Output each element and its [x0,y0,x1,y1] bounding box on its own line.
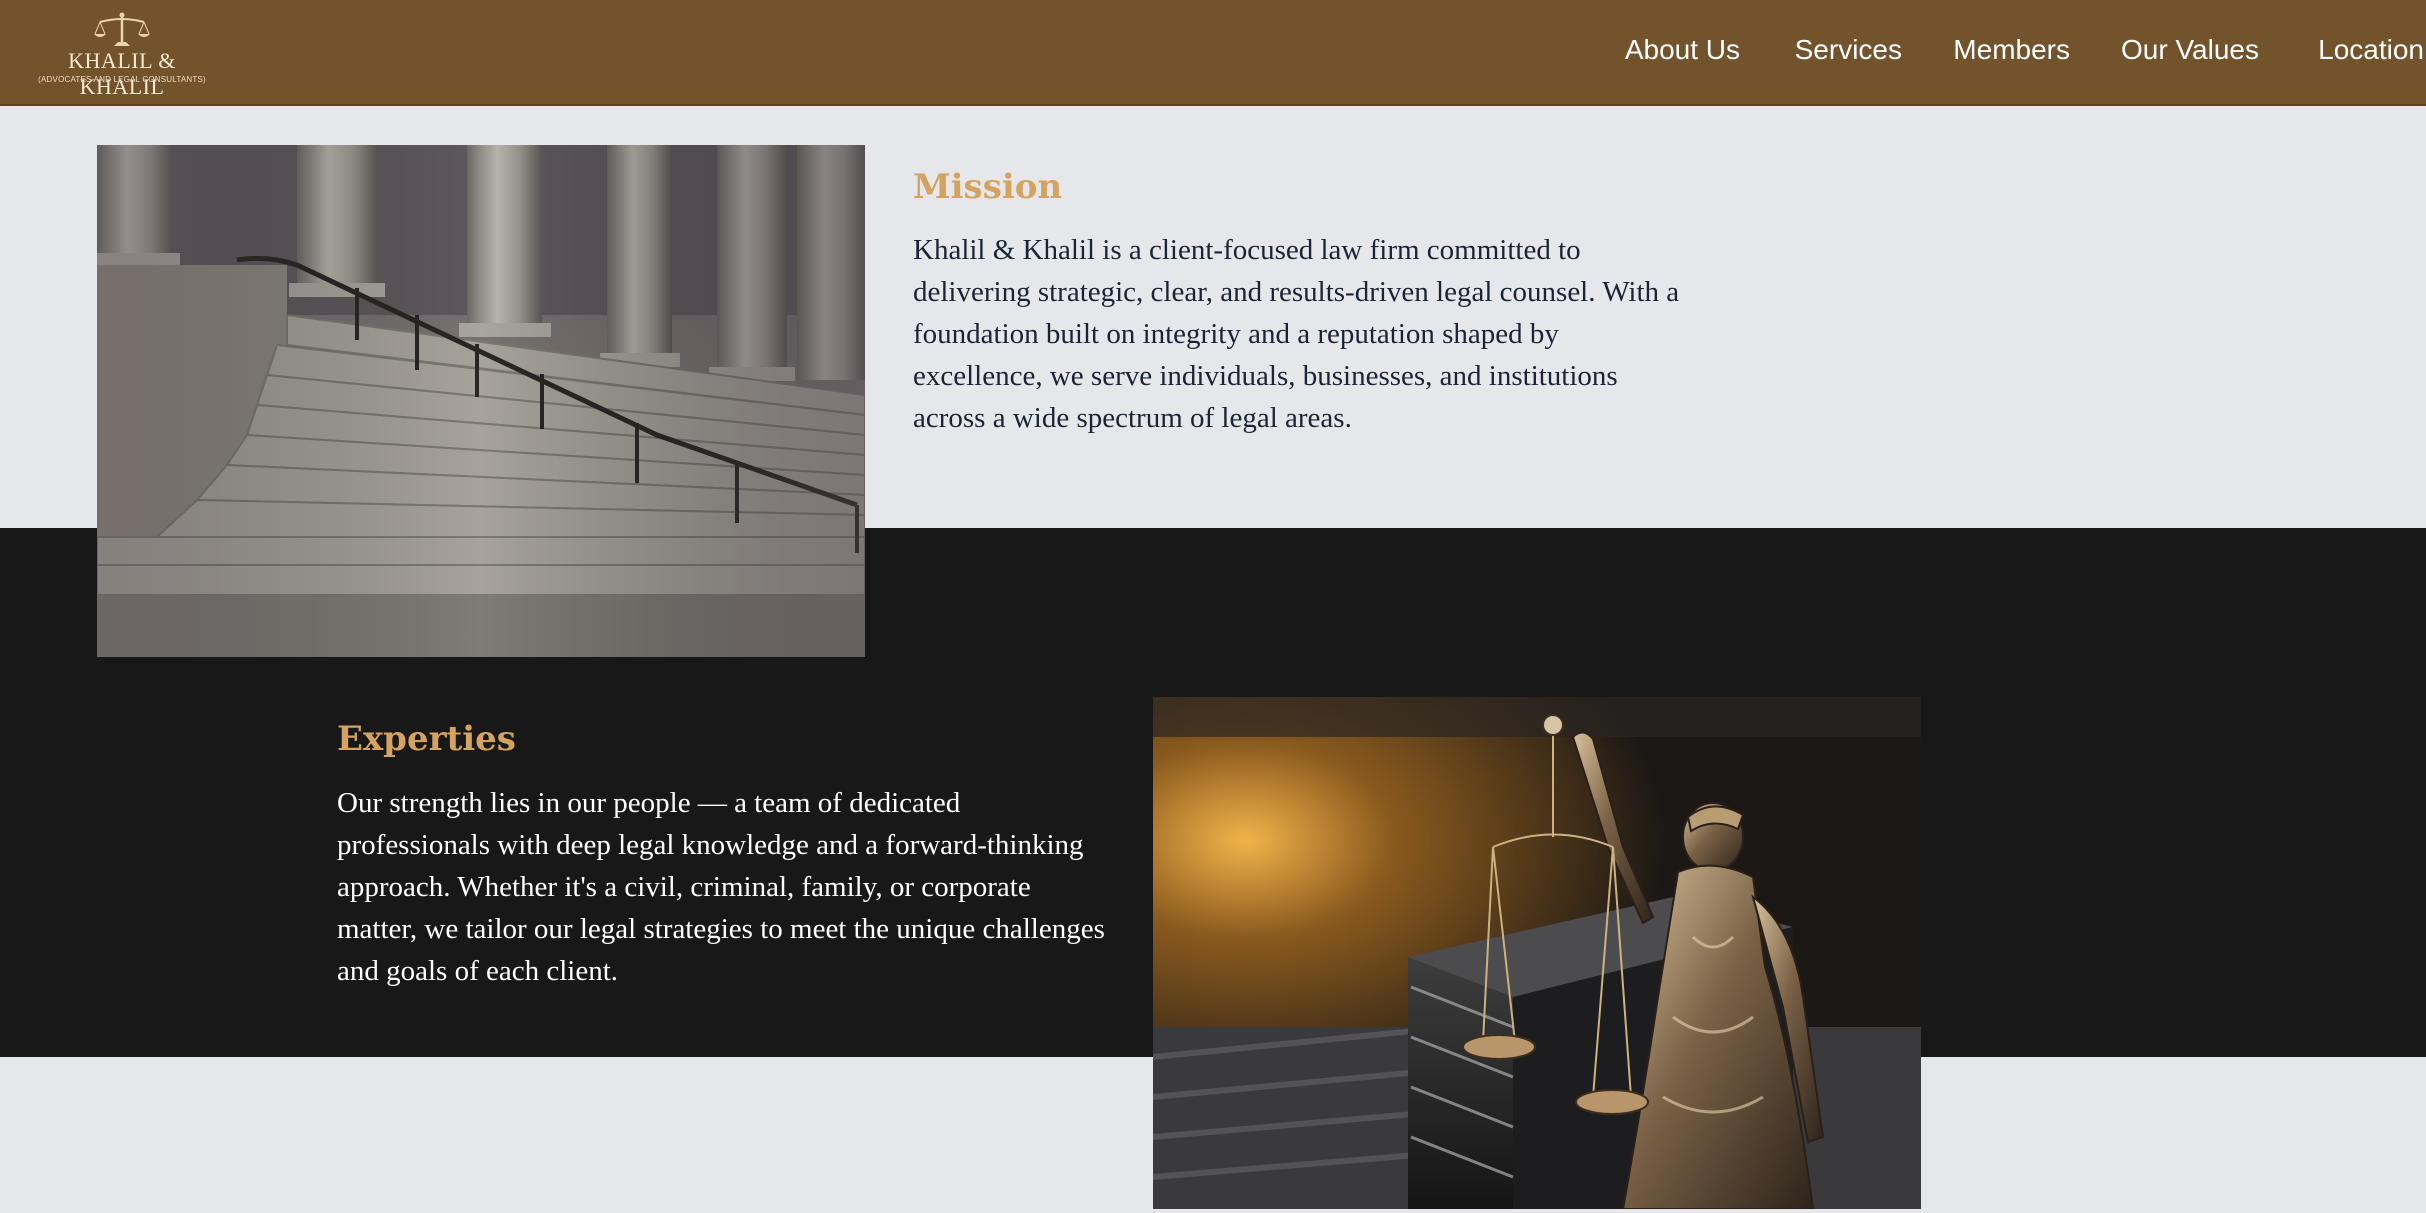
nav-our-values[interactable]: Our Values [2121,32,2259,68]
nav-location[interactable]: Location [2318,32,2424,68]
logo-name: KHALIL & KHALIL [68,48,176,99]
lady-justice-image [1153,697,1921,1209]
courthouse-steps-image [97,145,865,657]
mission-title: Mission [913,167,1063,207]
logo-tagline: (ADVOCATES AND LEGAL CONSULTANTS) [38,75,206,84]
expertise-text: Our strength lies in our people — a team… [337,787,1105,987]
mission-text: Khalil & Khalil is a client-focused law … [913,234,1680,434]
nav-about-us[interactable]: About Us [1625,32,1740,68]
nav-services[interactable]: Services [1795,32,1902,68]
scales-icon [94,12,150,46]
site-header: KHALIL & KHALIL (ADVOCATES AND LEGAL CON… [0,0,2426,106]
nav-members[interactable]: Members [1953,32,2070,68]
expertise-title: Experties [337,719,516,759]
firm-logo[interactable]: KHALIL & KHALIL (ADVOCATES AND LEGAL CON… [30,12,215,99]
